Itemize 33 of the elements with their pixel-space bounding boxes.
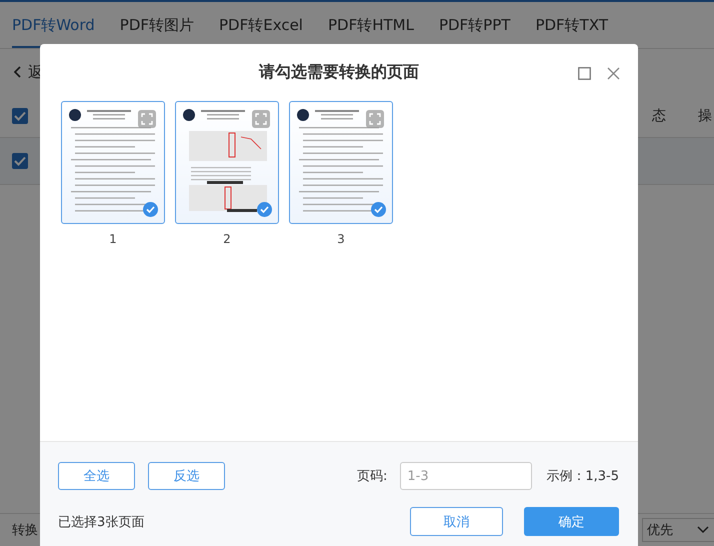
column-header: 操 [698, 107, 713, 125]
page-range-field[interactable]: 1-3 [400, 462, 532, 490]
page-range-label: 页码: [356, 468, 388, 485]
tab[interactable]: PDF转Excel [219, 2, 303, 48]
check-icon [257, 202, 272, 217]
check-icon [143, 202, 158, 217]
page-number: 1 [109, 232, 117, 246]
tab[interactable]: PDF转HTML [328, 2, 414, 48]
expand-icon[interactable] [366, 110, 384, 128]
invert-selection-button[interactable]: 反选 [148, 462, 225, 490]
cancel-button[interactable]: 取消 [410, 507, 503, 536]
example-hint: 示例：1,3-5 [546, 468, 619, 485]
expand-icon[interactable] [252, 110, 270, 128]
tab[interactable]: PDF转TXT [535, 2, 608, 48]
check-icon [371, 202, 386, 217]
confirm-button[interactable]: 确定 [524, 507, 619, 536]
close-icon[interactable] [607, 67, 620, 80]
checkbox[interactable] [12, 153, 28, 169]
checkbox[interactable] [12, 108, 28, 124]
bottom-label: 转换 [12, 522, 38, 539]
selection-status: 已选择3张页面 [58, 514, 144, 530]
tab[interactable]: PDF转图片 [120, 2, 194, 48]
select-dropdown[interactable]: 优先 [642, 518, 714, 542]
column-header: 态 [652, 107, 667, 125]
chevron-down-icon [697, 526, 709, 534]
maximize-icon[interactable] [578, 67, 591, 80]
dialog-title: 请勾选需要转换的页面 [259, 62, 419, 82]
select-all-button[interactable]: 全选 [58, 462, 135, 490]
page-number: 3 [337, 232, 345, 246]
back-chevron-icon[interactable] [14, 66, 22, 78]
tab[interactable]: PDF转PPT [438, 2, 510, 48]
expand-icon[interactable] [138, 110, 156, 128]
page-number: 2 [223, 232, 231, 246]
